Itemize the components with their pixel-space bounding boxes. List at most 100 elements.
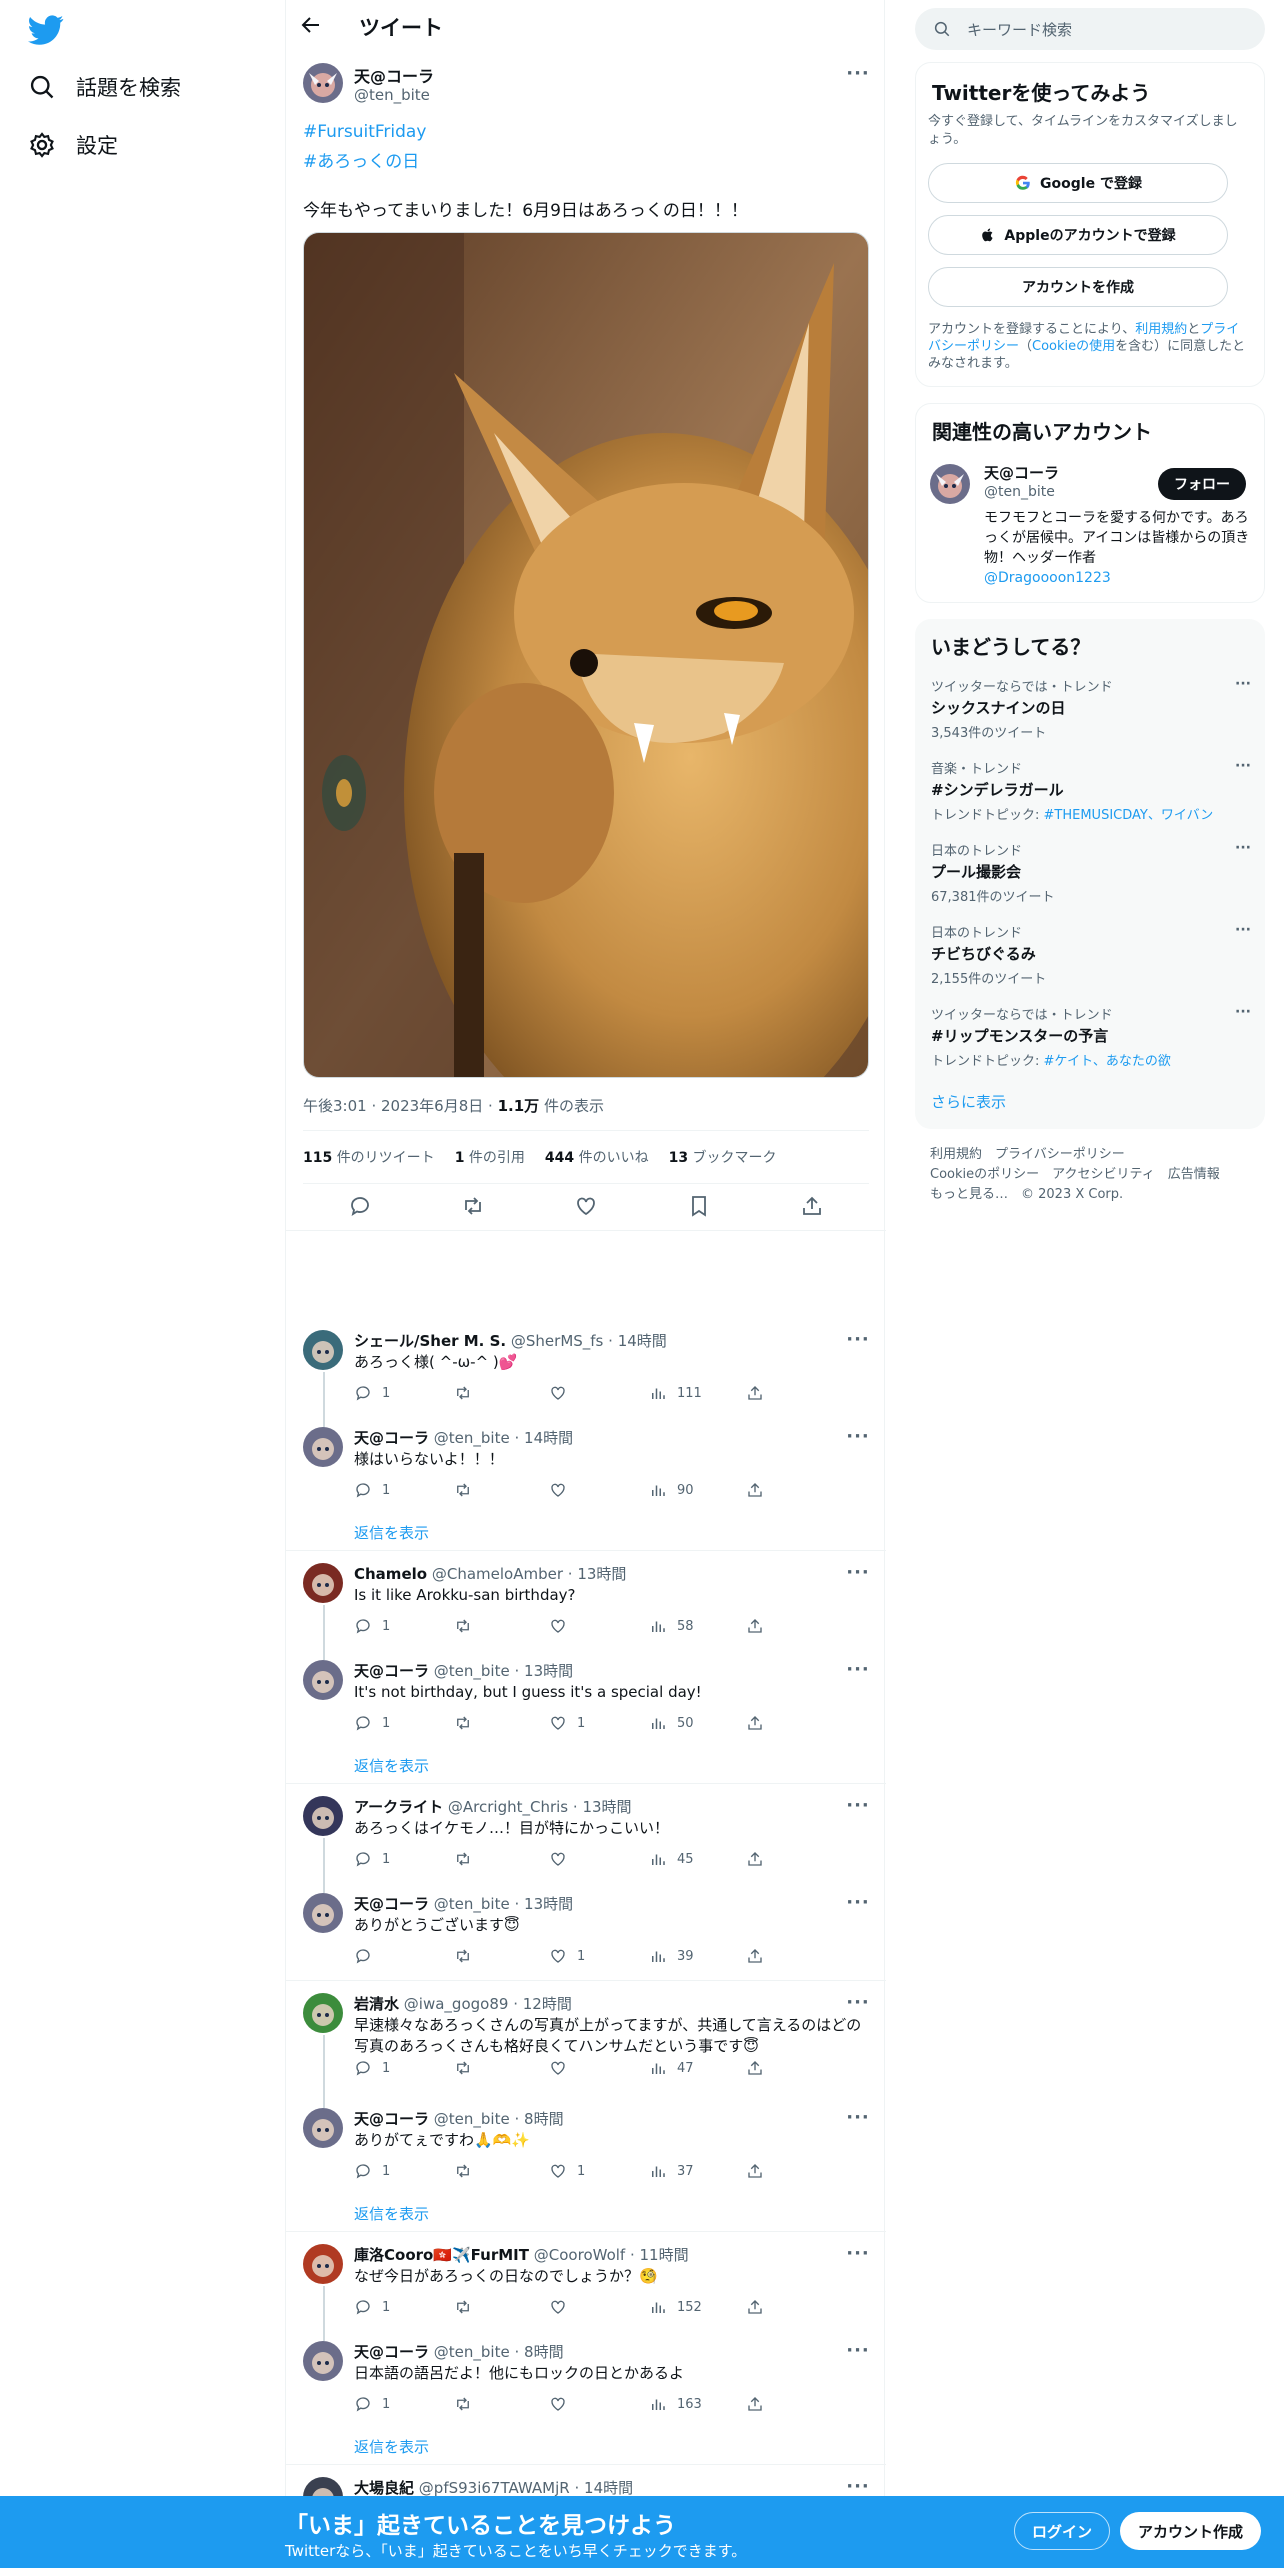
- share-button[interactable]: [746, 2162, 764, 2180]
- reply-button[interactable]: 1: [354, 1714, 390, 1732]
- reply-author-handle[interactable]: @iwa_gogo89: [404, 1995, 509, 2013]
- reply-button[interactable]: 1: [354, 1850, 390, 1868]
- more-options-icon[interactable]: ···: [846, 62, 870, 86]
- retweet-button[interactable]: [454, 2395, 472, 2413]
- views-button[interactable]: 45: [649, 1850, 694, 1868]
- like-button[interactable]: [549, 1617, 577, 1635]
- author-name[interactable]: 天@コーラ: [354, 63, 434, 87]
- reply-author-name[interactable]: 天@コーラ: [354, 1429, 429, 1447]
- create-account-button[interactable]: アカウントを作成: [928, 267, 1228, 307]
- share-button[interactable]: [746, 2059, 764, 2077]
- terms-link[interactable]: 利用規約: [1135, 322, 1187, 337]
- views-button[interactable]: 90: [649, 1481, 694, 1499]
- reply-author-name[interactable]: シェール/Sher M. S.: [354, 1332, 506, 1350]
- reply-author-name[interactable]: アークライト: [354, 1798, 443, 1816]
- share-button[interactable]: [746, 2395, 764, 2413]
- trend-topic-link[interactable]: #ケイト、あなたの欲: [1044, 1054, 1171, 1069]
- apple-signup-button[interactable]: Appleのアカウントで登録: [928, 215, 1228, 255]
- retweets-stat[interactable]: 115 件のリツイート: [303, 1147, 435, 1167]
- more-options-icon[interactable]: ···: [846, 1328, 870, 1352]
- login-button[interactable]: ログイン: [1014, 2512, 1110, 2550]
- show-replies-link[interactable]: 返信を表示: [354, 1755, 429, 1776]
- back-arrow-icon[interactable]: [299, 13, 327, 41]
- trend-name[interactable]: チビちびぐるみ: [931, 943, 1251, 964]
- reply-time[interactable]: 11時間: [640, 2246, 689, 2264]
- retweet-icon[interactable]: [461, 1194, 485, 1218]
- share-button[interactable]: [746, 1617, 764, 1635]
- views-button[interactable]: 152: [649, 2298, 702, 2316]
- reply-author-handle[interactable]: @ten_bite: [434, 2343, 510, 2361]
- avatar[interactable]: [303, 1563, 343, 1603]
- more-options-icon[interactable]: ···: [846, 1991, 870, 2015]
- bio-link[interactable]: @Dragoooon1223: [984, 570, 1111, 586]
- more-options-icon[interactable]: ···: [1235, 840, 1251, 856]
- views-button[interactable]: 37: [649, 2162, 694, 2180]
- reply-author-name[interactable]: Chamelo: [354, 1565, 427, 1583]
- like-button[interactable]: [549, 2395, 577, 2413]
- reply-time[interactable]: 13時間: [524, 1662, 573, 1680]
- reply-author-name[interactable]: 庫洛Cooro🇭🇰✈️FurMIT: [354, 2246, 529, 2264]
- trend-item[interactable]: 音楽・トレンド #シンデレラガール トレンドトピック: #THEMUSICDAY…: [931, 758, 1251, 823]
- reply-button[interactable]: 1: [354, 1384, 390, 1402]
- reply-button[interactable]: 1: [354, 1617, 390, 1635]
- reply-author-handle[interactable]: @CooroWolf: [534, 2246, 625, 2264]
- more-options-icon[interactable]: ···: [846, 1561, 870, 1585]
- reply-time[interactable]: 13時間: [577, 1565, 626, 1583]
- reply-author-name[interactable]: 天@コーラ: [354, 2343, 429, 2361]
- nav-explore[interactable]: 話題を検索: [28, 67, 181, 107]
- reply-button[interactable]: 1: [354, 2059, 390, 2077]
- reply-time[interactable]: 12時間: [523, 1995, 572, 2013]
- share-button[interactable]: [746, 1384, 764, 1402]
- likes-stat[interactable]: 444 件のいいね: [545, 1147, 649, 1167]
- more-options-icon[interactable]: ···: [1235, 1004, 1251, 1020]
- google-signup-button[interactable]: Google で登録: [928, 163, 1228, 203]
- avatar[interactable]: [303, 2244, 343, 2284]
- reply-author-handle[interactable]: @SherMS_fs: [511, 1332, 603, 1350]
- bookmark-icon[interactable]: [687, 1194, 711, 1218]
- retweet-button[interactable]: [454, 2298, 472, 2316]
- show-more-link[interactable]: さらに表示: [931, 1091, 1006, 1112]
- show-replies-link[interactable]: 返信を表示: [354, 1522, 429, 1543]
- search-input[interactable]: キーワード検索: [967, 19, 1072, 40]
- more-options-icon[interactable]: ···: [846, 2339, 870, 2363]
- follow-button[interactable]: フォロー: [1158, 468, 1246, 500]
- retweet-button[interactable]: [454, 1714, 472, 1732]
- reply-time[interactable]: 14時間: [524, 1429, 573, 1447]
- related-name[interactable]: 天@コーラ: [984, 462, 1059, 483]
- reply-author-name[interactable]: 岩清水: [354, 1995, 399, 2013]
- reply-time[interactable]: 13時間: [582, 1798, 631, 1816]
- nav-settings[interactable]: 設定: [28, 125, 118, 165]
- trend-item[interactable]: ツイッターならでは・トレンド シックスナインの日 3,543件のツイート ···: [931, 676, 1251, 741]
- bookmarks-stat[interactable]: 13 ブックマーク: [669, 1147, 777, 1167]
- more-options-icon[interactable]: ···: [846, 1794, 870, 1818]
- author-handle[interactable]: @ten_bite: [354, 86, 430, 104]
- views-button[interactable]: 58: [649, 1617, 694, 1635]
- trend-name[interactable]: シックスナインの日: [931, 697, 1251, 718]
- reply-button[interactable]: [354, 1947, 382, 1965]
- retweet-button[interactable]: [454, 1850, 472, 1868]
- reply-author-handle[interactable]: @Arcright_Chris: [448, 1798, 568, 1816]
- retweet-button[interactable]: [454, 1384, 472, 1402]
- trend-topic-link[interactable]: #THEMUSICDAY、ワイバン: [1044, 808, 1214, 823]
- trend-name[interactable]: #リップモンスターの予言: [931, 1025, 1251, 1046]
- twitter-logo-icon[interactable]: [28, 12, 64, 48]
- reply-time[interactable]: 13時間: [524, 1895, 573, 1913]
- share-button[interactable]: [746, 1947, 764, 1965]
- more-options-icon[interactable]: ···: [1235, 758, 1251, 774]
- share-button[interactable]: [746, 1850, 764, 1868]
- signup-button[interactable]: アカウント作成: [1120, 2512, 1261, 2550]
- avatar[interactable]: [303, 63, 343, 103]
- trend-item[interactable]: 日本のトレンド プール撮影会 67,381件のツイート ···: [931, 840, 1251, 905]
- avatar[interactable]: [303, 1893, 343, 1933]
- footer-line[interactable]: Cookieのポリシー アクセシビリティ 広告情報: [930, 1165, 1250, 1185]
- reply-author-name[interactable]: 天@コーラ: [354, 1895, 429, 1913]
- views-button[interactable]: 50: [649, 1714, 694, 1732]
- retweet-button[interactable]: [454, 2059, 472, 2077]
- more-options-icon[interactable]: ···: [846, 1891, 870, 1915]
- avatar[interactable]: [303, 1796, 343, 1836]
- like-button[interactable]: 1: [549, 1947, 585, 1965]
- reply-author-handle[interactable]: @ten_bite: [434, 1895, 510, 1913]
- reply-button[interactable]: 1: [354, 2395, 390, 2413]
- reply-button[interactable]: 1: [354, 1481, 390, 1499]
- retweet-button[interactable]: [454, 1481, 472, 1499]
